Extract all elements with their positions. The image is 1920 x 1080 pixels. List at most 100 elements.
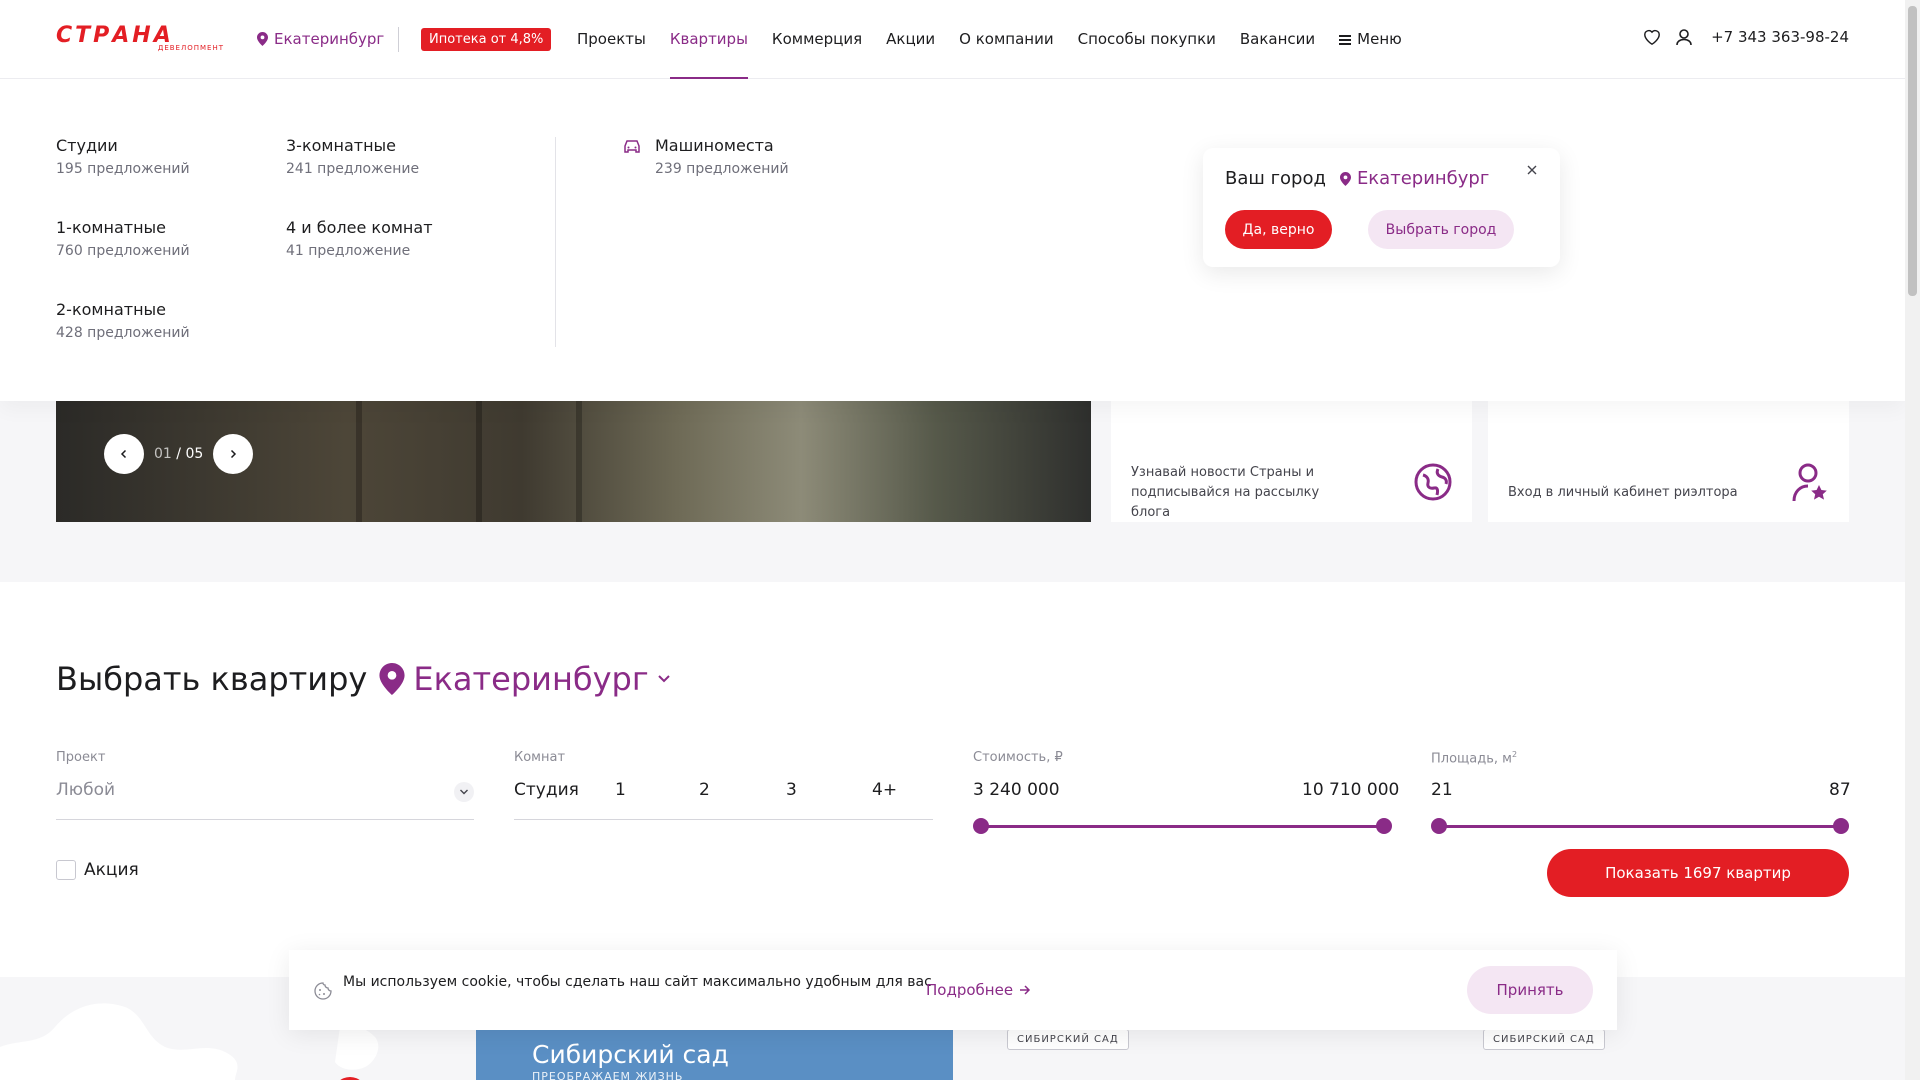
price-max-handle[interactable]	[1376, 818, 1392, 834]
promo-checkbox[interactable]	[56, 860, 76, 880]
header-city-select[interactable]: Екатеринбург	[257, 30, 384, 48]
close-icon[interactable]	[1526, 164, 1538, 176]
nav-item-promotions[interactable]: Акции	[886, 0, 935, 79]
city-question: Ваш город Екатеринбург	[1225, 168, 1489, 189]
city-confirm-popup: Ваш город Екатеринбург Да, верно Выбрать…	[1203, 148, 1560, 267]
room-option-3[interactable]: 3	[786, 780, 797, 800]
heart-icon[interactable]	[1643, 28, 1661, 46]
header-phone[interactable]: +7 343 363-98-24	[1711, 28, 1849, 46]
confirm-city-button[interactable]: Да, верно	[1225, 210, 1332, 249]
cookie-banner: Мы используем cookie, чтобы сделать наш …	[289, 950, 1617, 1030]
filter-title: Выбрать квартиру Екатеринбург	[56, 660, 671, 698]
price-max: 10 710 000	[1302, 780, 1400, 800]
chevron-right-icon	[231, 449, 237, 459]
nav-item-apartments[interactable]: Квартиры	[669, 0, 748, 79]
site-header: СТРАНА ДЕВЕЛОПМЕНТ Екатеринбург Ипотека …	[0, 0, 1905, 79]
logo-subtitle: ДЕВЕЛОПМЕНТ	[157, 44, 224, 52]
area-label: Площадь, м2	[1431, 750, 1517, 766]
nav-item-commercial[interactable]: Коммерция	[772, 0, 862, 79]
car-icon	[624, 140, 640, 153]
room-option-studio[interactable]: Студия	[514, 780, 579, 800]
dropdown-item-count: 241 предложение	[286, 161, 420, 177]
room-option-2[interactable]: 2	[699, 780, 710, 800]
project-chip: СИБИРСКИЙ САД	[1007, 1029, 1129, 1050]
slide-current: 01	[154, 446, 172, 462]
dropdown-item-parking[interactable]: Машиноместа 239 предложений	[655, 136, 789, 177]
dropdown-item-count: 195 предложений	[56, 161, 190, 177]
choose-city-button[interactable]: Выбрать город	[1368, 210, 1514, 249]
cookie-more-link[interactable]: Подробнее	[926, 981, 1031, 999]
area-min-handle[interactable]	[1431, 818, 1447, 834]
nav-item-projects[interactable]: Проекты	[577, 0, 646, 79]
logo-text: СТРАНА	[56, 23, 174, 48]
user-icon[interactable]	[1675, 28, 1693, 46]
area-label-sup: 2	[1511, 750, 1518, 759]
chevron-down-icon	[657, 675, 670, 683]
dropdown-item-4-plus-room[interactable]: 4 и более комнат 41 предложение	[286, 218, 433, 259]
rooms-selector: Студия 1 2 3 4+	[514, 780, 933, 820]
nav-menu-button[interactable]: Меню	[1339, 0, 1402, 79]
realtor-card-text: Вход в личный кабинет риэлтора	[1508, 485, 1738, 500]
location-pin-icon	[1339, 171, 1351, 186]
price-label: Стоимость, ₽	[973, 750, 1063, 765]
city-question-city: Екатеринбург	[1339, 168, 1489, 189]
dropdown-item-title: 3-комнатные	[286, 136, 396, 155]
area-range-slider	[1431, 818, 1849, 834]
filter-city-name: Екатеринбург	[413, 660, 649, 698]
project-value: Любой	[56, 780, 116, 800]
project-chevron	[454, 782, 474, 802]
header-actions: +7 343 363-98-24	[1643, 28, 1849, 46]
blog-card-text: Узнавай новости Страны и подписывайся на…	[1131, 465, 1320, 520]
slider-next-button[interactable]	[213, 434, 254, 474]
dropdown-item-count: 239 предложений	[655, 161, 789, 177]
apartments-dropdown: Студии 195 предложений 1-комнатные 760 п…	[0, 79, 1905, 401]
realtor-star-icon	[1792, 463, 1827, 501]
nav-item-about[interactable]: О компании	[959, 0, 1053, 79]
slide-total: 05	[185, 446, 204, 462]
cookie-icon	[314, 982, 332, 1000]
dropdown-item-studios[interactable]: Студии 195 предложений	[56, 136, 190, 177]
show-apartments-button[interactable]: Показать 1697 квартир	[1547, 849, 1849, 897]
filter-city-select[interactable]: Екатеринбург	[379, 660, 670, 698]
project-label: Проект	[56, 750, 106, 765]
dropdown-item-1-room[interactable]: 1-комнатные 760 предложений	[56, 218, 190, 259]
logo[interactable]: СТРАНА ДЕВЕЛОПМЕНТ	[56, 23, 224, 53]
area-max-handle[interactable]	[1833, 818, 1849, 834]
project-select[interactable]: Любой	[56, 780, 474, 820]
promo-checkbox-label: Акция	[84, 860, 139, 880]
nav-item-purchase-methods[interactable]: Способы покупки	[1078, 0, 1216, 79]
cookie-text: Мы используем cookie, чтобы сделать наш …	[343, 974, 932, 990]
city-question-label: Ваш город	[1225, 168, 1326, 189]
dropdown-item-title: Студии	[56, 136, 118, 155]
dropdown-item-title: 4 и более комнат	[286, 218, 433, 237]
project-card-sibirsky-sad[interactable]: Сибирский сад ПРЕОБРАЖАЕМ ЖИЗНЬ	[476, 1030, 953, 1080]
dropdown-item-count: 760 предложений	[56, 243, 190, 259]
dropdown-divider	[555, 137, 556, 347]
area-max: 87	[1829, 780, 1851, 800]
cookie-accept-button[interactable]: Принять	[1467, 966, 1593, 1014]
chevron-down-icon	[460, 789, 468, 795]
dropdown-item-3-room[interactable]: 3-комнатные 241 предложение	[286, 136, 419, 177]
project-chip: СИБИРСКИЙ САД	[1483, 1029, 1605, 1050]
filter-title-label: Выбрать квартиру	[56, 660, 368, 698]
area-min: 21	[1431, 780, 1453, 800]
mortgage-badge[interactable]: Ипотека от 4,8%	[421, 28, 552, 51]
dropdown-item-2-room[interactable]: 2-комнатные 428 предложений	[56, 300, 190, 341]
dropdown-item-title: Машиноместа	[655, 136, 774, 155]
price-range-slider	[973, 818, 1392, 834]
blog-card[interactable]: Узнавай новости Страны и подписывайся на…	[1111, 401, 1472, 522]
nav-item-vacancies[interactable]: Вакансии	[1240, 0, 1315, 79]
area-label-text: Площадь, м	[1431, 751, 1512, 767]
page-scrollbar[interactable]	[1905, 0, 1920, 1080]
header-city-label: Екатеринбург	[274, 30, 385, 48]
slider-controls: 01 / 05	[104, 434, 254, 474]
realtor-card[interactable]: Вход в личный кабинет риэлтора	[1488, 401, 1849, 522]
location-pin-icon	[257, 32, 268, 46]
room-option-1[interactable]: 1	[615, 780, 626, 800]
scrollbar-thumb[interactable]	[1908, 6, 1917, 296]
room-option-4-plus[interactable]: 4+	[872, 780, 897, 800]
globe-icon	[1414, 463, 1452, 501]
dropdown-item-count: 41 предложение	[286, 243, 411, 259]
price-min-handle[interactable]	[973, 818, 989, 834]
slider-prev-button[interactable]	[104, 434, 144, 474]
